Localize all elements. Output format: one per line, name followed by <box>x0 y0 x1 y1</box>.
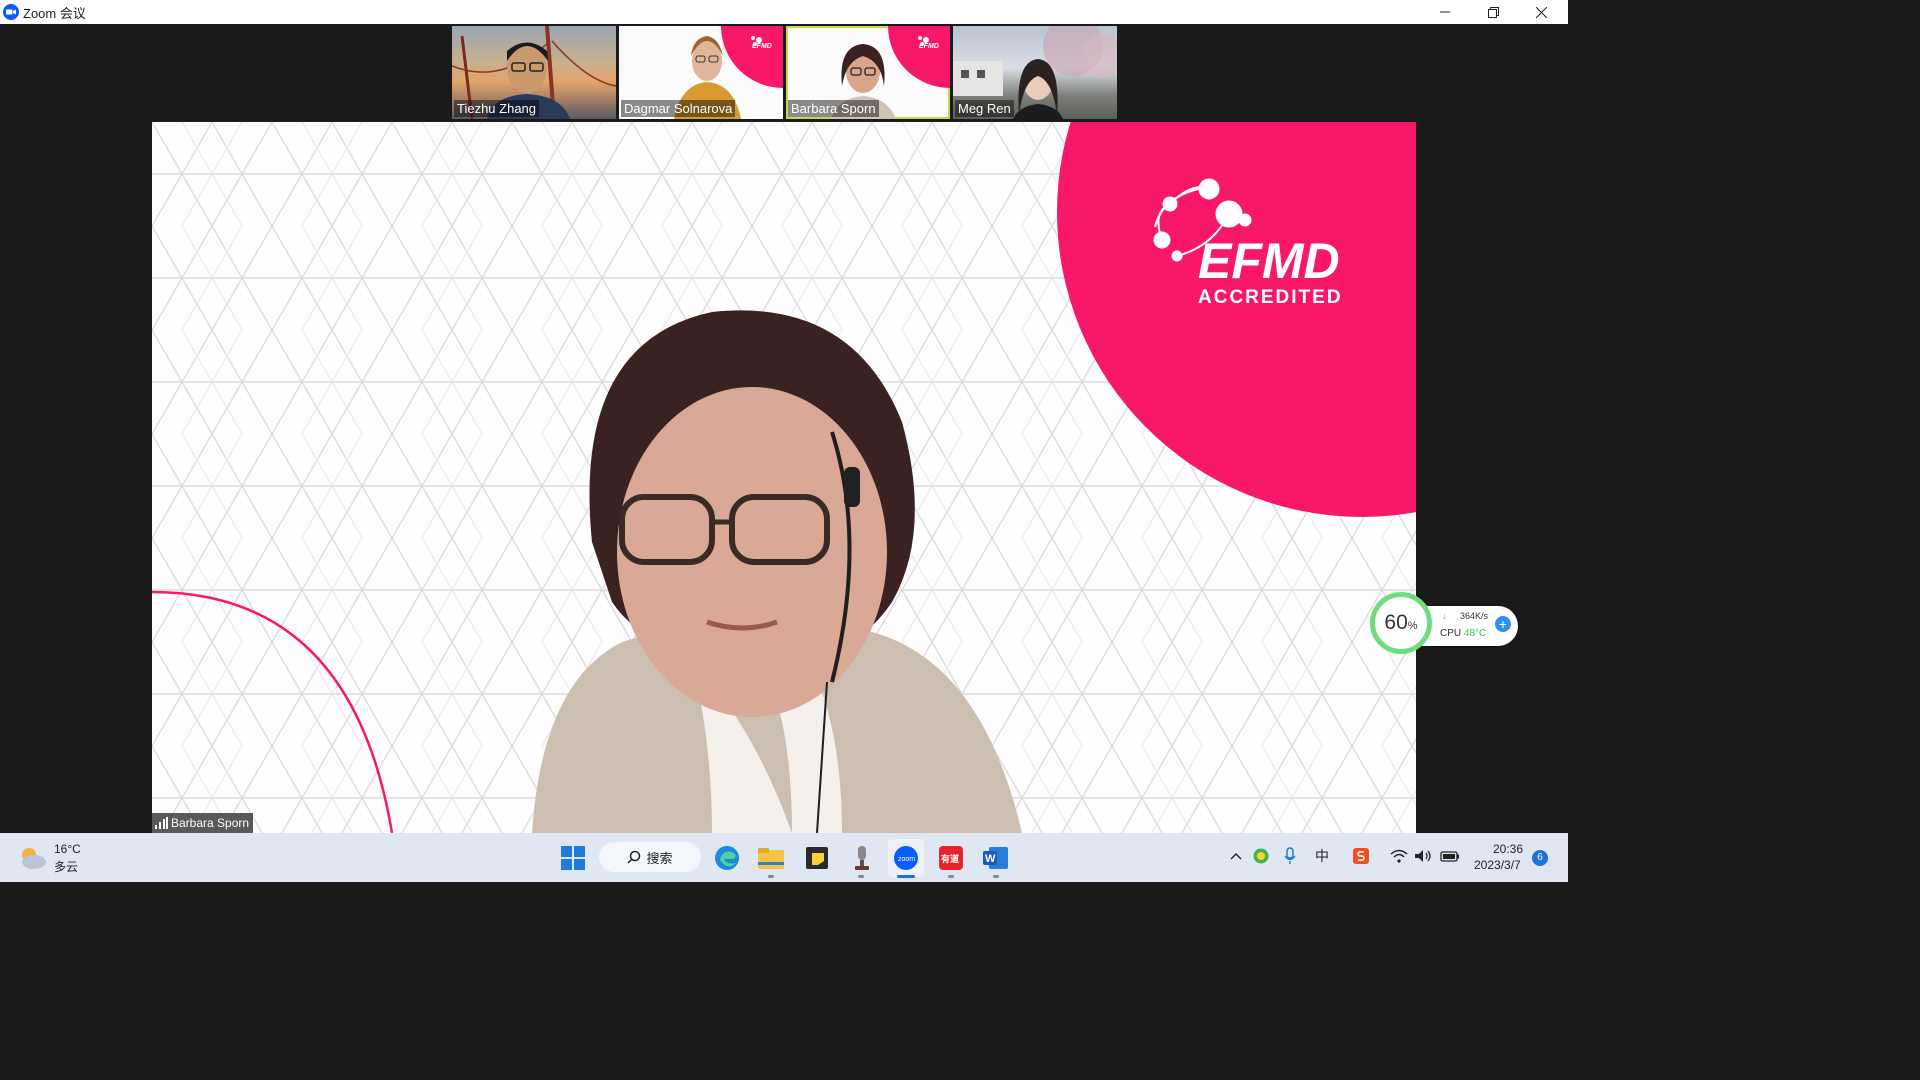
minimize-icon[interactable] <box>1422 0 1468 24</box>
participant-tile[interactable]: Meg Ren <box>953 26 1117 119</box>
running-indicator <box>858 875 864 878</box>
microphone-icon[interactable] <box>1282 846 1298 866</box>
search-icon <box>627 850 641 864</box>
sogou-icon[interactable] <box>1352 847 1370 865</box>
360-security-icon[interactable] <box>1252 847 1270 865</box>
svg-text:有道: 有道 <box>941 853 959 865</box>
svg-text:EFMD: EFMD <box>919 43 939 50</box>
download-arrow-icon: ↓ <box>1442 611 1447 621</box>
title-bar: Zoom 会议 <box>0 0 1568 24</box>
search-label: 搜索 <box>646 850 673 866</box>
clock-time[interactable]: 20:36 <box>1493 842 1523 856</box>
svg-text:W: W <box>985 853 996 865</box>
close-icon[interactable] <box>1518 0 1564 24</box>
svg-text:zoom: zoom <box>898 856 915 863</box>
participant-name: Dagmar Solnarova <box>621 100 736 117</box>
notification-badge[interactable]: 6 <box>1532 850 1548 866</box>
restore-icon[interactable] <box>1470 0 1516 24</box>
volume-icon[interactable] <box>1414 847 1432 865</box>
signal-bars-icon <box>155 817 168 829</box>
accelerate-plus-icon[interactable]: + <box>1495 616 1511 632</box>
speaker-name: Barbara Sporn <box>171 816 250 830</box>
participant-tile[interactable]: Tiezhu Zhang <box>452 26 616 119</box>
memory-percent: 60 <box>1384 611 1408 634</box>
efmd-logo-subtext: ACCREDITED <box>1198 287 1343 308</box>
taskbar: 16°C 多云 搜索 zoom 有道 W 中 20:36 2023/3/7 6 <box>0 833 1568 882</box>
running-indicator <box>993 875 999 878</box>
participant-name: Meg Ren <box>955 100 1014 117</box>
participant-strip: Tiezhu Zhang EFMD Dagmar Solnarova EFMD … <box>452 26 1117 119</box>
participant-tile-active[interactable]: EFMD Barbara Sporn <box>786 26 950 119</box>
file-explorer-icon[interactable] <box>757 844 785 872</box>
zoom-logo-icon <box>3 4 19 20</box>
participant-name: Tiezhu Zhang <box>454 100 540 117</box>
participant-name: Barbara Sporn <box>788 100 879 117</box>
main-video[interactable]: EFMD ACCREDITED <box>152 122 1416 833</box>
weather-desc[interactable]: 多云 <box>54 858 78 875</box>
clock-date[interactable]: 2023/3/7 <box>1474 858 1521 872</box>
efmd-logo-text: EFMD <box>1198 233 1340 289</box>
windows-start-icon[interactable] <box>560 845 586 871</box>
weather-cloud-icon[interactable] <box>16 843 48 873</box>
memory-usage-ring: 60% <box>1370 592 1432 654</box>
system-monitor-widget[interactable]: 60% ↓ 364K/s CPU 48°C + <box>1370 592 1520 656</box>
edge-icon[interactable] <box>713 844 741 872</box>
memory-percent-unit: % <box>1407 620 1418 632</box>
speaker-name-label: Barbara Sporn <box>152 813 254 833</box>
battery-icon[interactable] <box>1440 847 1460 865</box>
cpu-temp: 48°C <box>1463 628 1487 639</box>
wifi-icon[interactable] <box>1390 847 1408 865</box>
youdao-icon[interactable]: 有道 <box>937 844 965 872</box>
word-icon[interactable]: W <box>982 844 1010 872</box>
active-indicator <box>897 875 915 878</box>
running-indicator <box>948 875 954 878</box>
chevron-up-icon[interactable] <box>1228 848 1244 864</box>
running-indicator <box>768 875 774 878</box>
cpu-label: CPU <box>1440 628 1462 639</box>
microphone-app-icon[interactable] <box>848 844 876 872</box>
participant-tile[interactable]: EFMD Dagmar Solnarova <box>619 26 783 119</box>
svg-text:EFMD: EFMD <box>752 43 772 50</box>
taskbar-search[interactable]: 搜索 <box>599 842 701 872</box>
sticky-notes-icon[interactable] <box>803 844 831 872</box>
video-frame: EFMD ACCREDITED <box>152 122 1416 833</box>
cpu-readout: CPU 48°C <box>1440 628 1486 639</box>
ime-icon[interactable]: 中 <box>1313 846 1331 866</box>
zoom-icon[interactable]: zoom <box>888 839 924 877</box>
window-title: Zoom 会议 <box>23 5 86 21</box>
weather-temp[interactable]: 16°C <box>54 842 81 856</box>
net-speed: 364K/s <box>1460 611 1489 621</box>
